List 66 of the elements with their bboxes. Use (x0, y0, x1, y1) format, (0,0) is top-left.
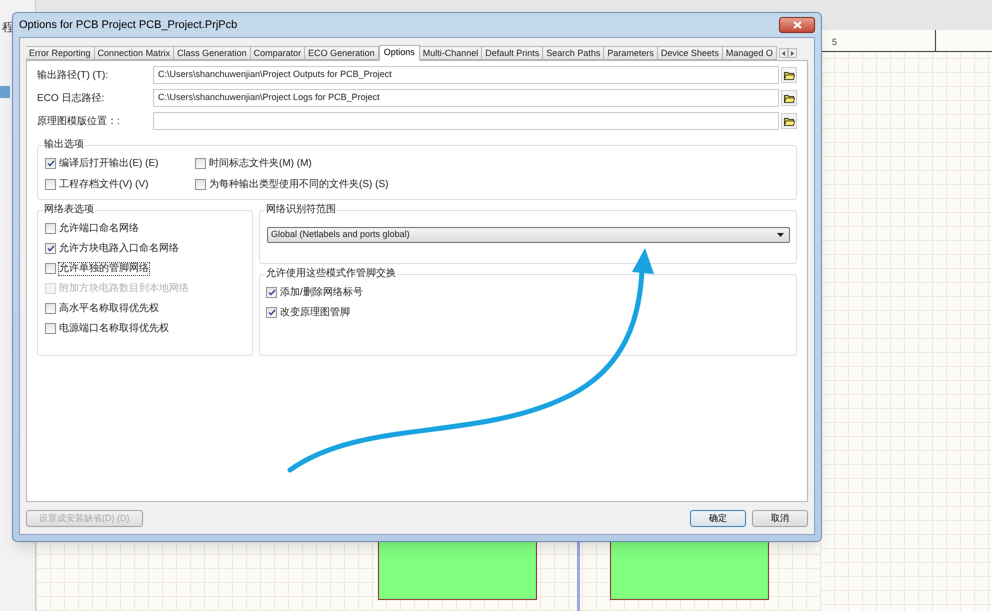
folder-icon (784, 70, 794, 80)
group-title: 允许使用这些模式作管脚交换 (265, 267, 397, 281)
path-field[interactable] (153, 112, 779, 130)
scope-dropdown[interactable]: Global (Netlabels and ports global) (267, 227, 790, 243)
checkbox-label: 允许方块电路入口命名网络 (59, 242, 179, 254)
close-button[interactable] (779, 17, 815, 33)
browse-button[interactable] (781, 67, 797, 83)
checkbox[interactable] (45, 179, 56, 190)
field-value: C:\Users\shanchuwenjian\Project Logs for PCB_Project (158, 91, 380, 104)
checkbox[interactable] (45, 223, 56, 234)
checkmark-icon (46, 160, 54, 167)
folder-icon (784, 116, 794, 126)
tab[interactable]: Managed O (722, 46, 777, 60)
left-arrow-icon (782, 50, 785, 56)
checkbox[interactable] (266, 307, 277, 318)
checkbox[interactable] (266, 287, 277, 298)
browse-button[interactable] (781, 113, 797, 129)
checkbox-label: 工程存档文件(V) (V) (59, 178, 148, 190)
field-label: 原理图模版位置：: (37, 114, 121, 128)
tab[interactable]: Error Reporting (26, 46, 95, 60)
path-field[interactable]: C:\Users\shanchuwenjian\Project Outputs for PCB_Project (153, 66, 779, 84)
checkbox[interactable] (195, 158, 206, 169)
bus-line (577, 540, 580, 611)
tab[interactable]: Parameters (604, 46, 658, 60)
dialog-button[interactable]: 取消 (752, 510, 808, 527)
checkbox[interactable] (195, 179, 206, 190)
checkmark-icon (268, 289, 276, 296)
browse-button[interactable] (781, 90, 797, 106)
window-title: Options for PCB Project PCB_Project.PrjPcb (19, 18, 238, 33)
field-label: 输出路径(T) (T): (37, 68, 110, 82)
checkbox-label: 允许端口命名网络 (59, 222, 139, 234)
tab[interactable]: Connection Matrix (94, 46, 174, 60)
checkbox-label: 时间标志文件夹(M) (M) (209, 158, 312, 170)
checkbox[interactable] (45, 243, 56, 254)
checkbox[interactable] (45, 323, 56, 334)
path-field[interactable]: C:\Users\shanchuwenjian\Project Logs for PCB_Project (153, 89, 779, 107)
caret-icon (777, 233, 784, 237)
field-label: ECO 日志路径: (37, 92, 106, 106)
folder-icon (784, 94, 794, 102)
tab[interactable]: Options (378, 45, 420, 61)
checkbox[interactable] (45, 158, 56, 169)
checkbox-label: 高水平名称取得优先权 (59, 302, 159, 314)
checkbox-label: 允许单独的管脚网络 (59, 262, 149, 274)
checkbox-label: 编译后打开输出(E) (E) (59, 158, 158, 170)
tab[interactable]: Class Generation (174, 46, 251, 60)
right-arrow-icon (790, 50, 794, 56)
checkbox-label: 附加方块电路数目到本地网络 (59, 282, 189, 294)
field-value: C:\Users\shanchuwenjian\Project Outputs for PCB_Project (158, 68, 392, 82)
checkbox-label: 改变原理图管脚 (280, 306, 350, 318)
tab[interactable]: Search Paths (543, 46, 604, 60)
tab[interactable]: Comparator (250, 46, 306, 60)
tab[interactable]: Default Prints (482, 46, 544, 60)
checkbox-label: 为每种输出类型使用不同的文件夹(S) (S) (209, 178, 388, 190)
checkbox-label: 添加/删除网络标号 (280, 286, 363, 298)
close-icon (792, 21, 802, 29)
tab[interactable]: Multi-Channel (420, 46, 482, 60)
scroll-left-button[interactable] (778, 48, 788, 58)
checkbox[interactable] (45, 263, 56, 274)
tab[interactable]: ECO Generation (305, 46, 379, 60)
tab[interactable]: Device Sheets (658, 46, 723, 60)
dialog-button[interactable]: 确定 (690, 510, 746, 527)
checkbox[interactable] (45, 303, 56, 314)
dropdown-value: Global (Netlabels and ports global) (271, 228, 410, 242)
checkmark-icon (46, 245, 54, 252)
checkmark-icon (268, 309, 276, 316)
checkbox-label: 电源端口名称取得优先权 (59, 322, 169, 334)
